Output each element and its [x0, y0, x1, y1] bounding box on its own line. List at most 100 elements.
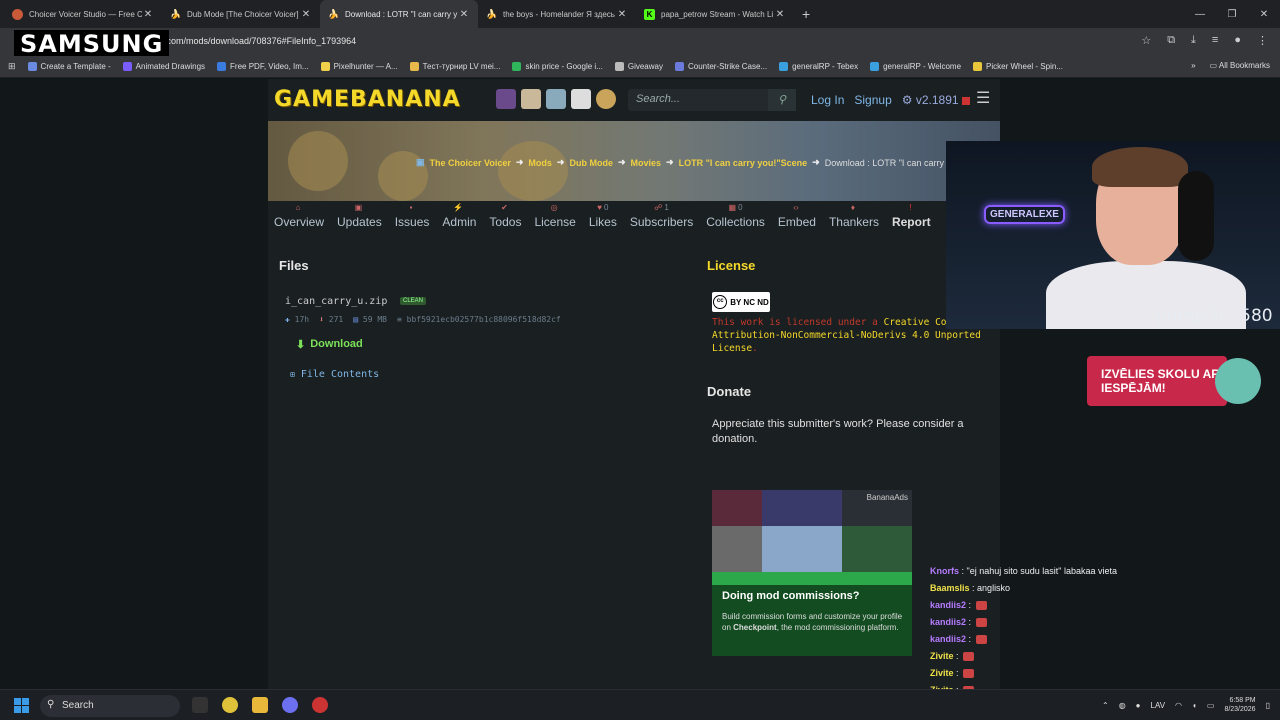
breadcrumb-item[interactable]: Movies	[631, 158, 662, 168]
chat-username[interactable]: Knorfs	[930, 566, 959, 576]
bookmark-item[interactable]: Counter-Strike Case...	[674, 62, 767, 71]
restore-icon[interactable]: ❐	[1216, 9, 1248, 20]
tab-choicer-studio[interactable]: Choicer Voicer Studio — Free C ✕	[4, 0, 162, 28]
close-tab-icon[interactable]: ✕	[142, 9, 154, 20]
bookmark-item[interactable]: Picker Wheel - Spin...	[973, 62, 1063, 71]
file-explorer-icon[interactable]	[252, 697, 268, 713]
chat-username[interactable]: kandiis2	[930, 617, 966, 627]
download-button[interactable]: ⬇ Download	[296, 335, 384, 353]
url-field[interactable]: .com/mods/download/708376#FileInfo_17939…	[164, 36, 356, 46]
chat-username[interactable]: kandiis2	[930, 634, 966, 644]
tab-papa-petrow[interactable]: K papa_petrow Stream - Watch Li ✕	[636, 0, 794, 28]
game-icon[interactable]	[571, 89, 591, 109]
gamebanana-site: GAMEBANANA Search... ⚲ Log In Signup ⚙ v…	[268, 79, 1000, 689]
close-tab-icon[interactable]: ✕	[300, 9, 312, 20]
close-tab-icon[interactable]: ✕	[616, 9, 628, 20]
tab-dub-mode[interactable]: 🍌 Dub Mode [The Choicer Voicer] ✕	[162, 0, 320, 28]
star-icon[interactable]: ☆	[1141, 34, 1151, 47]
media-icon[interactable]: ≡	[1212, 34, 1218, 47]
close-window-icon[interactable]: ✕	[1248, 9, 1280, 20]
bookmark-label: Picker Wheel - Spin...	[986, 62, 1063, 71]
game-icon[interactable]	[496, 89, 516, 109]
creative-commons-badge[interactable]: cc BY NC ND	[712, 292, 770, 312]
battery-icon[interactable]: ▭	[1207, 701, 1215, 710]
subscribers-icon: ☍ 1	[654, 203, 669, 212]
network-icon[interactable]: ◍	[1119, 701, 1126, 710]
chat-username[interactable]: Zivite	[930, 668, 954, 678]
bookmark-item[interactable]: skin price - Google i...	[512, 62, 603, 71]
gamebanana-logo[interactable]: GAMEBANANA	[274, 87, 461, 112]
version-label[interactable]: ⚙ v2.1891	[902, 93, 970, 107]
game-icon[interactable]	[521, 89, 541, 109]
app-icon[interactable]	[312, 697, 328, 713]
chat-username[interactable]: kandiis2	[930, 600, 966, 610]
game-icon[interactable]	[546, 89, 566, 109]
bookmark-item[interactable]: Free PDF, Video, Im...	[217, 62, 309, 71]
hamburger-menu-icon[interactable]: ☰	[976, 91, 992, 107]
breadcrumb-item[interactable]: Mods	[528, 158, 552, 168]
face-icon	[12, 8, 23, 20]
size-icon: ▤	[353, 315, 359, 324]
more-bookmarks-icon[interactable]: »	[1191, 61, 1195, 70]
minimize-icon[interactable]: —	[1184, 9, 1216, 20]
breadcrumb-item[interactable]: The Choicer Voicer	[430, 158, 511, 168]
discord-icon[interactable]	[282, 697, 298, 713]
menu-icon[interactable]: ⋮	[1257, 34, 1268, 47]
volume-icon[interactable]: ◖	[1192, 701, 1197, 710]
tab-the-boys[interactable]: 🍌 the boys - Homelander Я здесь ✕	[478, 0, 636, 28]
new-tab-button[interactable]: +	[794, 6, 818, 22]
bookmark-item[interactable]: Giveaway	[614, 62, 663, 71]
signup-link[interactable]: Signup	[854, 93, 891, 107]
bookmark-item[interactable]: Create a Template -	[27, 62, 111, 71]
tab-issues[interactable]: ▪ Issues	[395, 201, 430, 241]
mic-icon[interactable]: ●	[1136, 701, 1141, 710]
all-bookmarks-link[interactable]: ▭ All Bookmarks	[1210, 61, 1270, 70]
tab-subscribers[interactable]: ☍ 1 Subscribers	[630, 201, 693, 241]
notifications-icon[interactable]: ▯	[1266, 701, 1270, 710]
wifi-icon[interactable]: ◠	[1175, 701, 1182, 710]
clock[interactable]: 6:58 PM 8/23/2026	[1224, 696, 1255, 714]
tab-overview[interactable]: ⌂ Overview	[274, 201, 324, 241]
tab-admin[interactable]: ⚡ Admin	[442, 201, 476, 241]
site-search-input[interactable]: Search... ⚲	[628, 89, 796, 111]
search-icon[interactable]: ⚲	[768, 89, 796, 111]
taskbar-search[interactable]: ⚲ Search	[40, 695, 180, 717]
close-tab-icon[interactable]: ✕	[774, 9, 786, 20]
download-icon[interactable]: ⤓	[1191, 34, 1196, 47]
file-contents-toggle[interactable]: ⊞ File Contents	[290, 369, 379, 380]
chrome-icon[interactable]	[222, 697, 238, 713]
tab-updates[interactable]: ▣ Updates	[337, 201, 382, 241]
tab-download-lotr[interactable]: 🍌 Download : LOTR "I can carry y ✕	[320, 0, 478, 28]
tab-thankers[interactable]: ♦ Thankers	[829, 201, 879, 241]
tab-todos[interactable]: ✔ Todos	[489, 201, 521, 241]
address-bar: .com/mods/download/708376#FileInfo_17939…	[0, 28, 1280, 56]
breadcrumb-item[interactable]: LOTR "I can carry you!"Scene	[679, 158, 808, 168]
bookmark-item[interactable]: generalRP - Tebex	[779, 62, 858, 71]
language-indicator[interactable]: LAV	[1151, 701, 1166, 710]
game-icon[interactable]	[596, 89, 616, 109]
tray-chevron-icon[interactable]: ⌃	[1102, 701, 1109, 710]
tab-collections[interactable]: ▦ 0 Collections	[706, 201, 765, 241]
tab-embed[interactable]: ‹› Embed	[778, 201, 816, 241]
bookmark-item[interactable]: Animated Drawings	[122, 62, 205, 71]
bookmark-item[interactable]: Pixelhunter — A...	[320, 62, 398, 71]
bookmark-item[interactable]: Тест-турнир LV mei...	[409, 62, 500, 71]
profile-icon[interactable]: ●	[1234, 34, 1241, 47]
tab-license[interactable]: ◎ License	[534, 201, 575, 241]
chat-text: anglisko	[977, 583, 1011, 593]
chat-username[interactable]: Baamslis	[930, 583, 970, 593]
emote-icon	[975, 635, 987, 645]
windows-start-icon[interactable]	[14, 698, 29, 713]
tab-likes[interactable]: ♥ 0 Likes	[589, 201, 617, 241]
task-view-icon[interactable]	[192, 697, 208, 713]
chat-username[interactable]: Zivite	[930, 651, 954, 661]
bookmark-item[interactable]: generalRP - Welcome	[870, 62, 961, 71]
banana-ads-banner[interactable]: BananaAds Doing mod commissions? Build c…	[712, 490, 912, 656]
file-size-value: 59 MB	[362, 315, 387, 324]
extensions-icon[interactable]: ⧉	[1167, 34, 1175, 47]
tab-report[interactable]: ! Report	[892, 201, 931, 241]
apps-icon[interactable]: ⊞	[8, 61, 16, 72]
close-tab-icon[interactable]: ✕	[458, 9, 470, 20]
breadcrumb-item[interactable]: Dub Mode	[569, 158, 613, 168]
login-link[interactable]: Log In	[811, 93, 844, 107]
